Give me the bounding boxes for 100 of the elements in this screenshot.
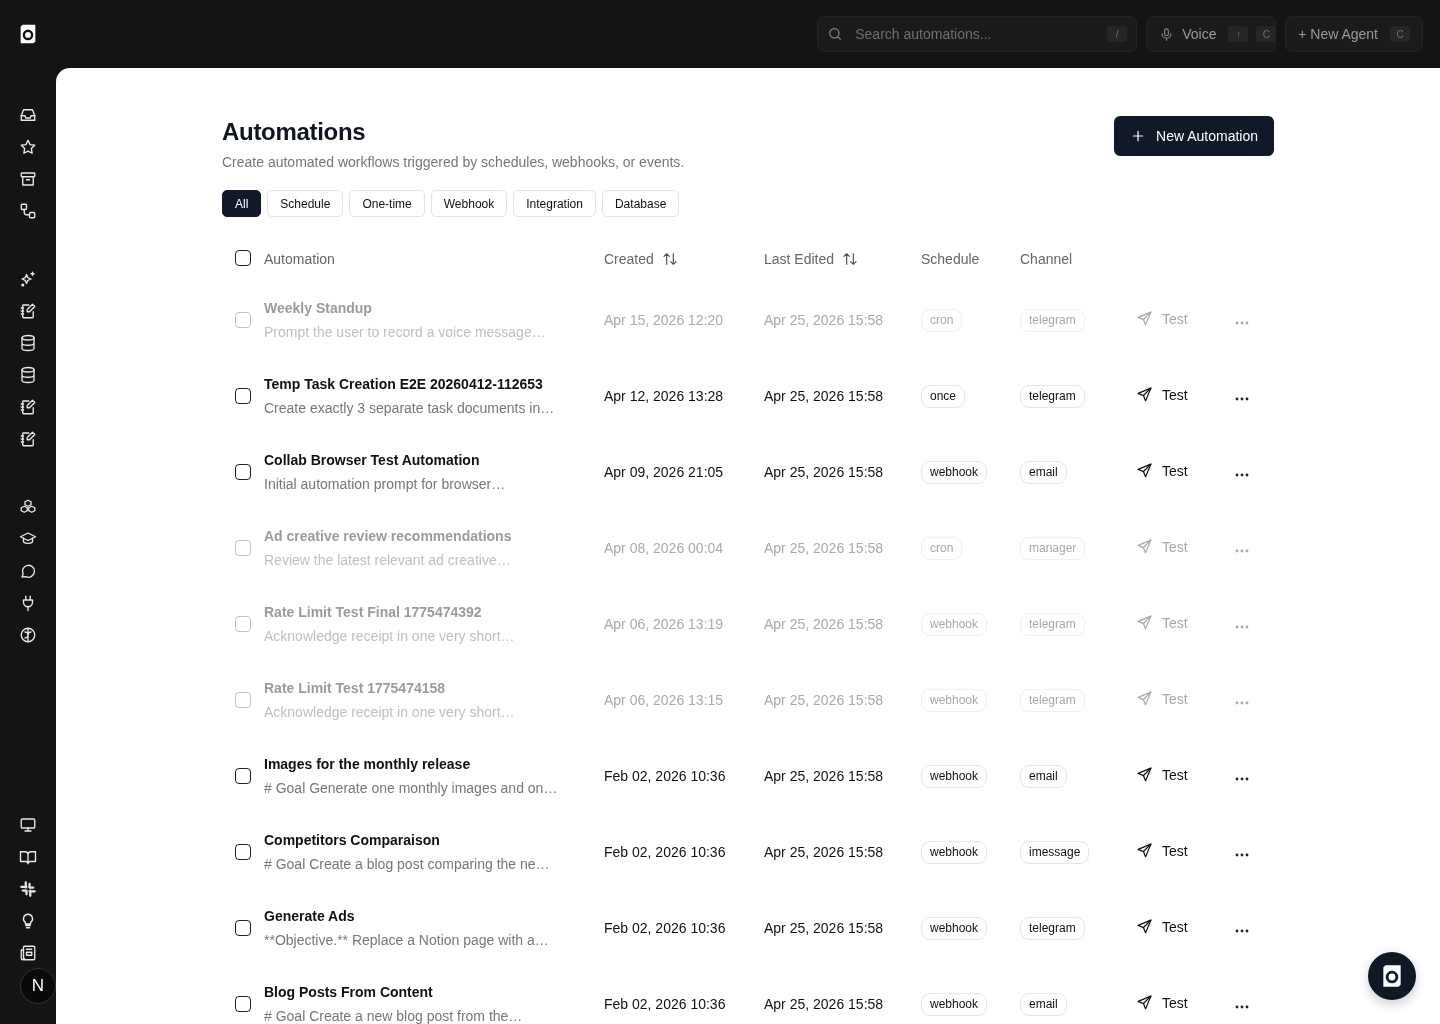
- schedule-tag: webhook: [921, 612, 988, 636]
- edited-date: Apr 25, 2026 15:58: [764, 540, 885, 556]
- schedule-tag: webhook: [921, 840, 988, 864]
- archive-icon[interactable]: [19, 170, 37, 188]
- test-button[interactable]: Test: [1136, 842, 1188, 859]
- column-header: Schedule: [921, 251, 980, 267]
- filter-tab[interactable]: One-time: [349, 190, 425, 217]
- checkbox[interactable]: [235, 844, 251, 860]
- schedule-tag: webhook: [921, 992, 988, 1016]
- chat-icon[interactable]: [19, 562, 37, 580]
- automation-row[interactable]: Collab Browser Test Automation Initial automation prompt for browser… Apr 09, 2026 21:05 Apr 25, 2026 15:58 webhook email Test: [222, 434, 1274, 510]
- monitor-icon[interactable]: [19, 816, 37, 834]
- automation-row[interactable]: Temp Task Creation E2E 20260412-112653 Create exactly 3 separate task documents in… Apr 12, 2026 13:28 Apr 25, 2026 15:58 once telegram Test: [222, 358, 1274, 434]
- more-options-button[interactable]: [1235, 473, 1249, 477]
- created-date: Apr 08, 2026 00:04: [604, 540, 725, 556]
- user-avatar[interactable]: N: [20, 968, 56, 1004]
- created-date: Feb 02, 2026 10:36: [604, 844, 727, 860]
- schedule-tag: webhook: [921, 460, 988, 484]
- test-button[interactable]: Test: [1136, 386, 1188, 403]
- schedule-tag: cron: [921, 536, 963, 560]
- test-button[interactable]: Test: [1136, 766, 1188, 783]
- filter-tab[interactable]: Webhook: [430, 190, 508, 217]
- voice-button[interactable]: Voice ↑ C: [1146, 16, 1277, 52]
- new-automation-button[interactable]: New Automation: [1114, 116, 1274, 156]
- checkbox[interactable]: [235, 768, 251, 784]
- edited-date: Apr 25, 2026 15:58: [764, 920, 885, 936]
- shortcut-key: C: [1256, 26, 1277, 42]
- page-subtitle: Create automated workflows triggered by schedules, webhooks, or events.: [222, 153, 685, 172]
- book-icon[interactable]: [19, 848, 37, 866]
- send-icon: [1136, 994, 1153, 1011]
- test-button[interactable]: Test: [1136, 994, 1188, 1011]
- inbox-icon[interactable]: [19, 106, 37, 124]
- more-options-button[interactable]: [1235, 929, 1249, 933]
- automation-row[interactable]: Generate Ads **Objective.** Replace a Notion page with a… Feb 02, 2026 10:36 Apr 25, 2026 15:58 webhook telegram Test: [222, 890, 1274, 966]
- automation-name: Rate Limit Test Final 1775474392: [264, 603, 483, 622]
- star-icon[interactable]: [19, 138, 37, 156]
- created-date: Apr 15, 2026 12:20: [604, 312, 725, 328]
- workflow-icon[interactable]: [19, 202, 37, 220]
- created-date: Feb 02, 2026 10:36: [604, 920, 727, 936]
- more-icon: [1235, 1005, 1249, 1009]
- automation-row[interactable]: Blog Posts From Content # Goal Create a new blog post from the… Feb 02, 2026 10:36 Apr 25, 2026 15:58 webhook email Test: [222, 966, 1274, 1024]
- shortcut-key: /: [1107, 26, 1128, 42]
- new-agent-button[interactable]: + New Agent C: [1285, 16, 1423, 52]
- filter-tab[interactable]: Database: [601, 190, 680, 217]
- automation-name: Ad creative review recommendations: [264, 527, 513, 546]
- checkbox[interactable]: [235, 388, 251, 404]
- notebook-icon[interactable]: [19, 430, 37, 448]
- cubes-icon[interactable]: [19, 498, 37, 516]
- schedule-tag: webhook: [921, 916, 988, 940]
- created-date: Apr 06, 2026 13:15: [604, 692, 725, 708]
- schedule-tag: webhook: [921, 688, 988, 712]
- edited-date: Apr 25, 2026 15:58: [764, 768, 885, 784]
- more-options-button[interactable]: [1235, 397, 1249, 401]
- automation-description: Review the latest relevant ad creative…: [264, 551, 512, 570]
- automation-description: Initial automation prompt for browser…: [264, 475, 507, 494]
- send-icon: [1136, 386, 1153, 403]
- test-button[interactable]: Test: [1136, 918, 1188, 935]
- checkbox[interactable]: [235, 996, 251, 1012]
- filter-tab[interactable]: Integration: [513, 190, 596, 217]
- send-icon: [1136, 766, 1153, 783]
- database-icon[interactable]: [19, 366, 37, 384]
- more-icon: [1235, 929, 1249, 933]
- created-date: Apr 06, 2026 13:19: [604, 616, 725, 632]
- more-options-button[interactable]: [1235, 1005, 1249, 1009]
- created-date: Feb 02, 2026 10:36: [604, 996, 727, 1012]
- channel-tag: telegram: [1020, 612, 1085, 636]
- more-options-button[interactable]: [1235, 853, 1249, 857]
- created-date: Feb 02, 2026 10:36: [604, 768, 727, 784]
- sparkle-icon[interactable]: [19, 270, 37, 288]
- edited-date: Apr 25, 2026 15:58: [764, 996, 885, 1012]
- filter-tab[interactable]: All: [222, 190, 262, 217]
- send-icon: [1136, 310, 1153, 327]
- more-icon: [1235, 777, 1249, 781]
- column-header[interactable]: Last Edited: [764, 251, 835, 267]
- more-icon: [1235, 853, 1249, 857]
- channel-tag: imessage: [1020, 840, 1090, 864]
- notebook-icon[interactable]: [19, 398, 37, 416]
- automation-name: Images for the monthly release: [264, 755, 472, 774]
- automation-name: Rate Limit Test 1775474158: [264, 679, 447, 698]
- checkbox[interactable]: [235, 464, 251, 480]
- schedule-tag: webhook: [921, 764, 988, 788]
- shortcut-key: C: [1390, 26, 1410, 42]
- automation-row[interactable]: Competitors Comparaison # Goal Create a blog post comparing the ne… Feb 02, 2026 10:36 Apr 25, 2026 15:58 webhook imessage Test: [222, 814, 1274, 890]
- channel-tag: telegram: [1020, 384, 1085, 408]
- newspaper-icon[interactable]: [19, 944, 37, 962]
- shortcut-key: ↑: [1228, 26, 1249, 42]
- checkbox[interactable]: [235, 920, 251, 936]
- more-options-button[interactable]: [1235, 777, 1249, 781]
- automation-row[interactable]: Images for the monthly release # Goal Generate one monthly images and on… Feb 02, 2026 10:36 Apr 25, 2026 15:58 webhook email Test: [222, 738, 1274, 814]
- automation-description: # Goal Create a blog post comparing the ne…: [264, 855, 551, 874]
- test-button[interactable]: Test: [1136, 462, 1188, 479]
- page-title: Automations: [222, 117, 367, 147]
- checkbox[interactable]: [235, 249, 251, 266]
- filter-tab[interactable]: Schedule: [267, 190, 344, 217]
- send-icon: [1136, 842, 1153, 859]
- database-icon[interactable]: [19, 334, 37, 352]
- hash-icon[interactable]: [19, 880, 37, 898]
- column-header[interactable]: Created: [604, 251, 654, 267]
- more-icon: [1235, 549, 1249, 553]
- notebook-icon[interactable]: [19, 302, 37, 320]
